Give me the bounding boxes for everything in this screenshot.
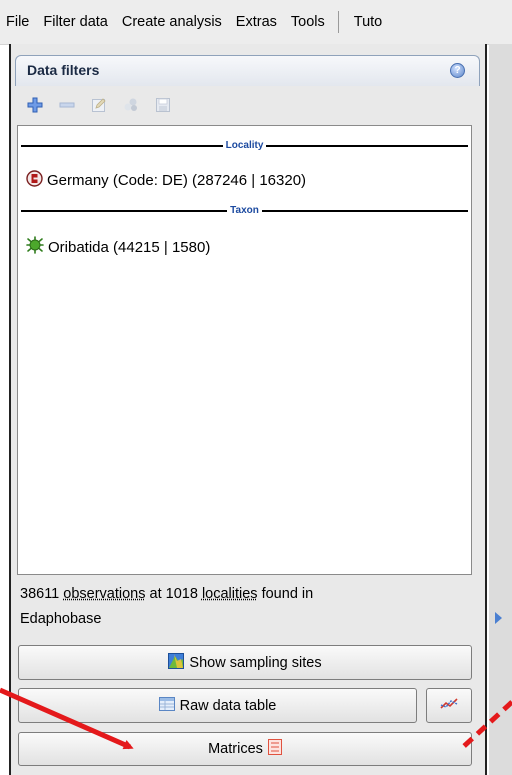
localities-count: 1018: [165, 586, 198, 602]
status-at: at: [149, 586, 162, 602]
menu-tutorials[interactable]: Tuto: [347, 0, 389, 44]
menu-file[interactable]: File: [0, 0, 36, 44]
menu-extras[interactable]: Extras: [229, 0, 284, 44]
divider: [21, 210, 228, 212]
taxon-section-label: Taxon: [230, 205, 259, 216]
menu-tools[interactable]: Tools: [284, 0, 332, 44]
side-panel-strip[interactable]: [489, 44, 512, 775]
localities-link[interactable]: localities: [202, 586, 258, 602]
show-sampling-sites-label: Show sampling sites: [189, 654, 322, 671]
matrices-button[interactable]: Matrices: [18, 732, 472, 766]
add-icon[interactable]: [26, 96, 44, 114]
divider: [261, 210, 468, 212]
remove-icon[interactable]: [58, 96, 76, 114]
raw-data-table-label: Raw data table: [179, 697, 277, 714]
taxon-filter-item[interactable]: Oribatida (44215 | 1580): [26, 236, 210, 258]
table-icon: [158, 696, 175, 715]
map-icon: [168, 652, 185, 673]
locality-section-label: Locality: [225, 140, 264, 151]
panel-header: Data filters ?: [15, 55, 480, 86]
locality-filter-item[interactable]: Germany (Code: DE) (287246 | 16320): [26, 170, 306, 191]
matrix-icon: [267, 739, 282, 759]
edit-icon[interactable]: [90, 96, 108, 114]
help-icon[interactable]: ?: [450, 63, 465, 78]
status-source: Edaphobase: [20, 611, 102, 627]
raw-data-table-button[interactable]: Raw data table: [18, 688, 417, 723]
chart-button[interactable]: [426, 688, 472, 723]
expand-arrow-icon[interactable]: [495, 612, 502, 624]
menu-bar: File Filter data Create analysis Extras …: [0, 0, 512, 45]
save-icon[interactable]: [154, 96, 172, 114]
menu-separator: [337, 11, 339, 33]
divider: [266, 145, 469, 147]
locality-section-header: Locality: [21, 139, 469, 153]
divider: [21, 145, 223, 147]
locality-pin-icon: [26, 170, 43, 191]
panel-title: Data filters: [27, 62, 100, 78]
menu-create-analysis[interactable]: Create analysis: [115, 0, 229, 44]
taxon-filter-label: Oribatida (44215 | 1580): [48, 238, 211, 256]
locality-filter-label: Germany (Code: DE) (287246 | 16320): [47, 172, 307, 189]
result-status: 38611 observations at 1018 localities fo…: [20, 582, 440, 632]
observations-link[interactable]: observations: [63, 586, 145, 602]
taxon-section-header: Taxon: [21, 204, 468, 218]
filter-list: Locality Germany (Code: DE) (287246 | 16…: [17, 125, 472, 575]
data-filters-panel: Data filters ? Locality Germany (Code: D…: [15, 55, 480, 775]
menu-filter-data[interactable]: Filter data: [36, 0, 114, 44]
status-tail: found in: [261, 586, 314, 602]
filter-toolbar: [26, 93, 172, 117]
line-chart-icon: [440, 697, 458, 715]
observations-count: 38611: [20, 586, 60, 602]
mite-icon: [26, 236, 44, 258]
show-sampling-sites-button[interactable]: Show sampling sites: [18, 645, 472, 680]
matrices-label: Matrices: [208, 741, 263, 757]
copy-icon[interactable]: [122, 96, 140, 114]
